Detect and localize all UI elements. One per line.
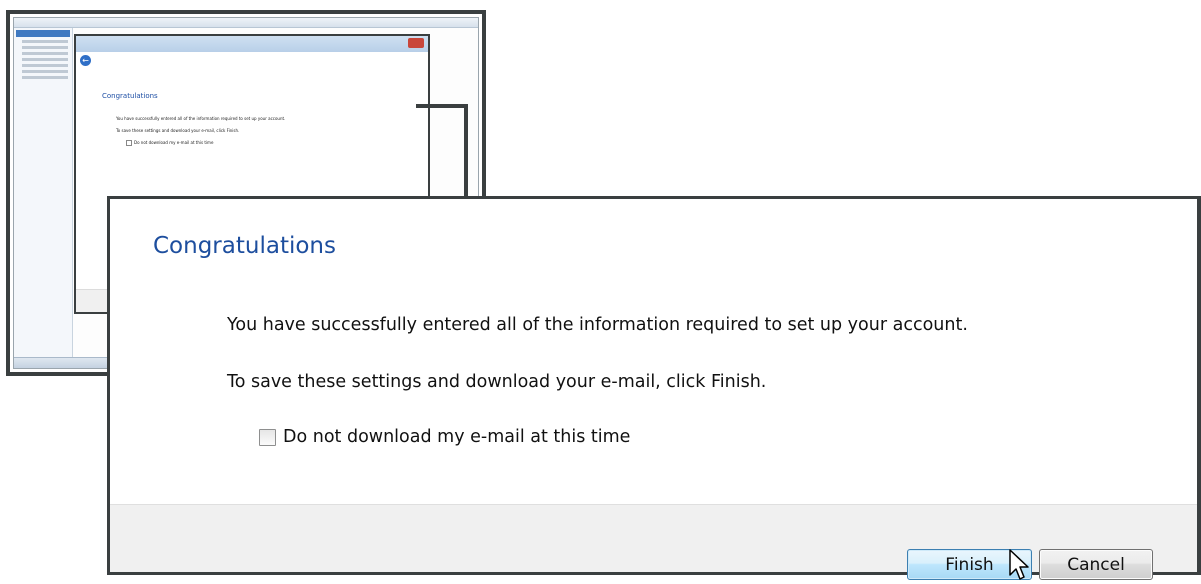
thumbnail-checkbox-label: Do not download my e-mail at this time	[134, 140, 214, 145]
thumbnail-nav-item	[22, 52, 68, 55]
connector-line-horizontal	[416, 104, 468, 108]
dialog-content: Congratulations You have successfully en…	[110, 199, 1197, 504]
success-message: You have successfully entered all of the…	[227, 315, 968, 335]
dialog-footer: Finish Cancel	[110, 504, 1197, 580]
thumbnail-dialog-titlebar	[76, 36, 428, 52]
do-not-download-checkbox[interactable]	[259, 428, 276, 446]
thumbnail-heading: Congratulations	[102, 92, 158, 100]
close-icon	[408, 38, 424, 48]
thumbnail-nav-header	[16, 30, 70, 37]
thumbnail-navigation-pane	[14, 28, 73, 358]
thumbnail-nav-item	[22, 46, 68, 49]
magnified-dialog: Congratulations You have successfully en…	[107, 196, 1201, 580]
thumbnail-nav-item	[22, 58, 68, 61]
connector-line-vertical	[464, 104, 468, 198]
thumbnail-nav-item	[22, 76, 68, 79]
thumbnail-message-line2: To save these settings and download your…	[116, 128, 240, 133]
thumbnail-nav-item	[22, 64, 68, 67]
thumbnail-message-line1: You have successfully entered all of the…	[116, 116, 286, 121]
page-title: Congratulations	[153, 233, 336, 259]
do-not-download-label[interactable]: Do not download my e-mail at this time	[283, 427, 630, 447]
thumbnail-nav-item	[22, 70, 68, 73]
mouse-pointer-icon	[1009, 549, 1029, 580]
thumbnail-menubar	[14, 18, 478, 28]
do-not-download-option[interactable]: Do not download my e-mail at this time	[259, 427, 630, 447]
thumbnail-nav-item	[22, 40, 68, 43]
thumbnail-checkbox-row: Do not download my e-mail at this time	[126, 140, 213, 146]
back-arrow-icon: ←	[80, 55, 91, 66]
cancel-button[interactable]: Cancel	[1039, 549, 1153, 580]
thumbnail-checkbox	[126, 140, 132, 146]
finish-instruction: To save these settings and download your…	[227, 372, 767, 392]
